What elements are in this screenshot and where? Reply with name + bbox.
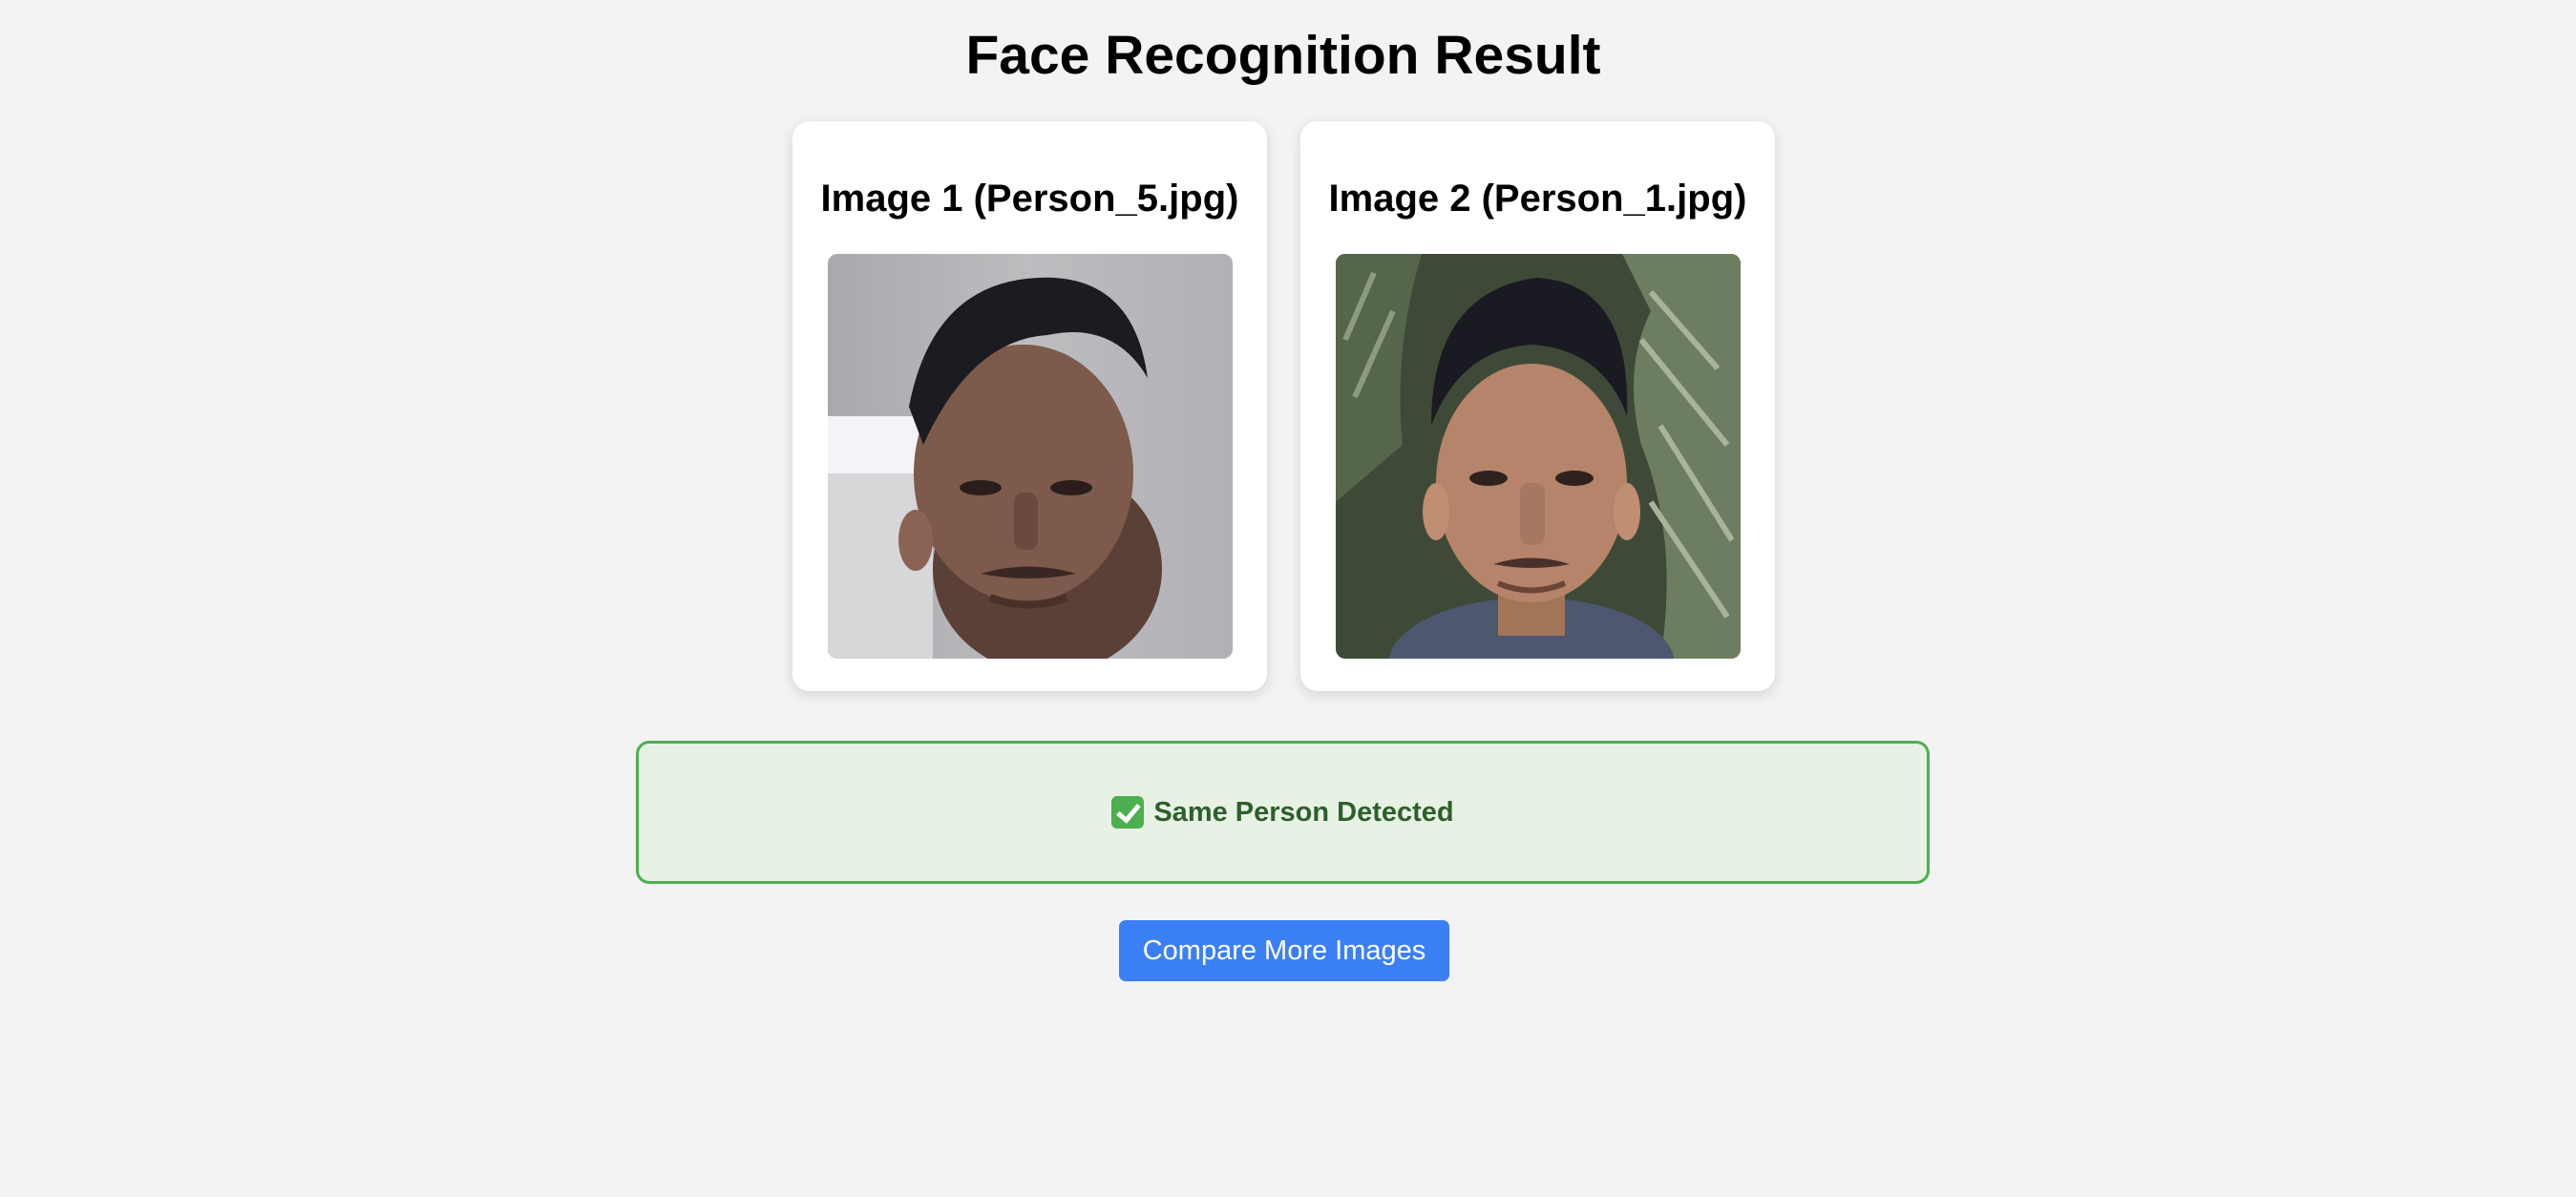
image-card-2: Image 2 (Person_1.jpg) xyxy=(1300,121,1775,691)
image-card-title: Image 2 (Person_1.jpg) xyxy=(1328,178,1747,220)
image-card-1: Image 1 (Person_5.jpg) xyxy=(792,121,1267,691)
compare-more-images-button[interactable]: Compare More Images xyxy=(1119,920,1449,981)
result-panel: Same Person Detected xyxy=(636,741,1930,884)
image-card-title: Image 1 (Person_5.jpg) xyxy=(820,178,1239,220)
page-title: Face Recognition Result xyxy=(965,25,1601,86)
face-photo-2 xyxy=(1336,254,1741,659)
check-mark-icon xyxy=(1111,796,1145,829)
result-message: Same Person Detected xyxy=(639,744,1927,881)
face-photo-1 xyxy=(828,254,1233,659)
result-text: Same Person Detected xyxy=(1153,796,1454,828)
